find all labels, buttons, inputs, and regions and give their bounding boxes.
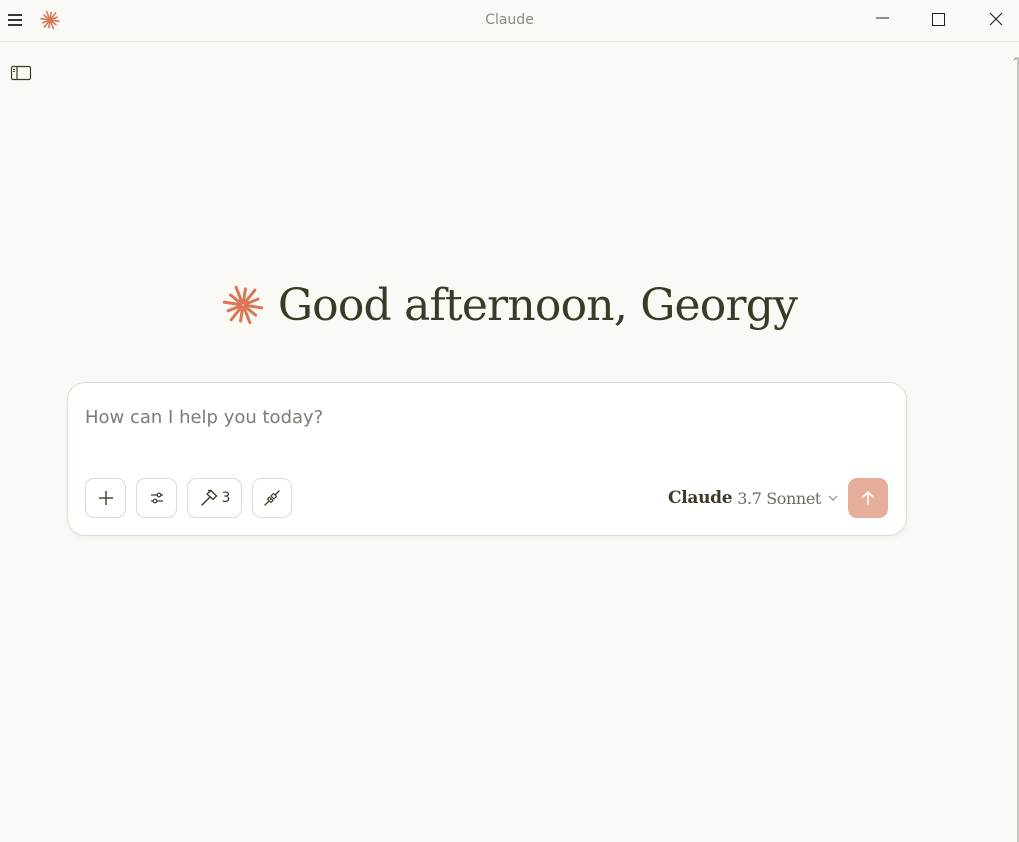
composer: 3 Claude 3.7 Sonnet xyxy=(67,382,907,536)
maximize-button[interactable] xyxy=(924,8,952,32)
send-button[interactable] xyxy=(848,478,888,518)
model-version: 3.7 Sonnet xyxy=(737,488,821,508)
plug-icon xyxy=(264,490,280,506)
arrow-up-icon xyxy=(862,491,874,505)
claude-logo-icon xyxy=(222,284,264,326)
window-title: Claude xyxy=(485,12,534,28)
prompt-input[interactable] xyxy=(85,403,875,431)
greeting: Good afternoon, Georgy xyxy=(0,275,1019,335)
connect-button[interactable] xyxy=(252,478,292,518)
scrollbar[interactable] xyxy=(1013,42,1019,842)
sliders-icon xyxy=(150,492,163,504)
tools-count: 3 xyxy=(221,490,231,506)
title-bar: Claude xyxy=(0,0,1019,42)
scroll-up-arrow-icon[interactable] xyxy=(1013,47,1019,61)
tools-button[interactable]: 3 xyxy=(187,478,242,518)
sidebar-toggle-icon[interactable] xyxy=(9,63,33,83)
add-button[interactable] xyxy=(85,478,126,518)
minimize-button[interactable] xyxy=(868,8,896,32)
close-button[interactable] xyxy=(982,8,1010,32)
model-selector[interactable]: Claude 3.7 Sonnet xyxy=(668,483,839,513)
model-name: Claude xyxy=(668,488,733,508)
plus-icon xyxy=(98,491,113,505)
greeting-text: Good afternoon, Georgy xyxy=(277,279,798,331)
chevron-down-icon xyxy=(828,495,838,501)
settings-button[interactable] xyxy=(136,478,177,518)
hammer-icon xyxy=(200,489,217,506)
